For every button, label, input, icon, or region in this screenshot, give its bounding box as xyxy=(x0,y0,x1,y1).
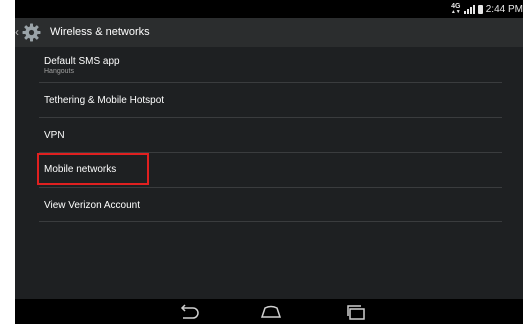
battery-icon xyxy=(477,4,483,14)
list-item-title: Tethering & Mobile Hotspot xyxy=(44,95,165,106)
list-item-subtitle: Hangouts xyxy=(44,68,74,75)
gear-icon[interactable] xyxy=(21,22,42,43)
list-item-title: View Verizon Account xyxy=(44,200,140,211)
list-item-vpn[interactable]: VPN xyxy=(39,118,502,153)
list-item-title: VPN xyxy=(44,130,65,141)
recents-icon[interactable] xyxy=(344,304,368,320)
list-item-view-verizon-account[interactable]: View Verizon Account xyxy=(39,188,502,222)
settings-list: Default SMS app Hangouts Tethering & Mob… xyxy=(15,47,523,299)
back-icon[interactable] xyxy=(177,304,201,320)
status-icons: 4G ▲▼ 2:44 PM xyxy=(451,2,523,16)
highlight-box xyxy=(37,153,149,185)
page-title: Wireless & networks xyxy=(50,26,150,38)
lte-indicator-icon: 4G ▲▼ xyxy=(450,2,461,15)
list-item-title: Default SMS app xyxy=(44,56,120,67)
status-bar: 4G ▲▼ 2:44 PM xyxy=(15,0,523,18)
navigation-bar xyxy=(15,299,523,324)
android-screen: 4G ▲▼ 2:44 PM ‹ Wireless & networks Defa… xyxy=(15,0,523,324)
action-bar[interactable]: ‹ Wireless & networks xyxy=(15,18,523,47)
status-clock: 2:44 PM xyxy=(485,3,523,15)
home-icon[interactable] xyxy=(259,304,283,320)
list-item-default-sms-app[interactable]: Default SMS app Hangouts xyxy=(39,47,502,83)
signal-strength-icon xyxy=(463,4,475,14)
list-item-tethering-hotspot[interactable]: Tethering & Mobile Hotspot xyxy=(39,83,502,118)
